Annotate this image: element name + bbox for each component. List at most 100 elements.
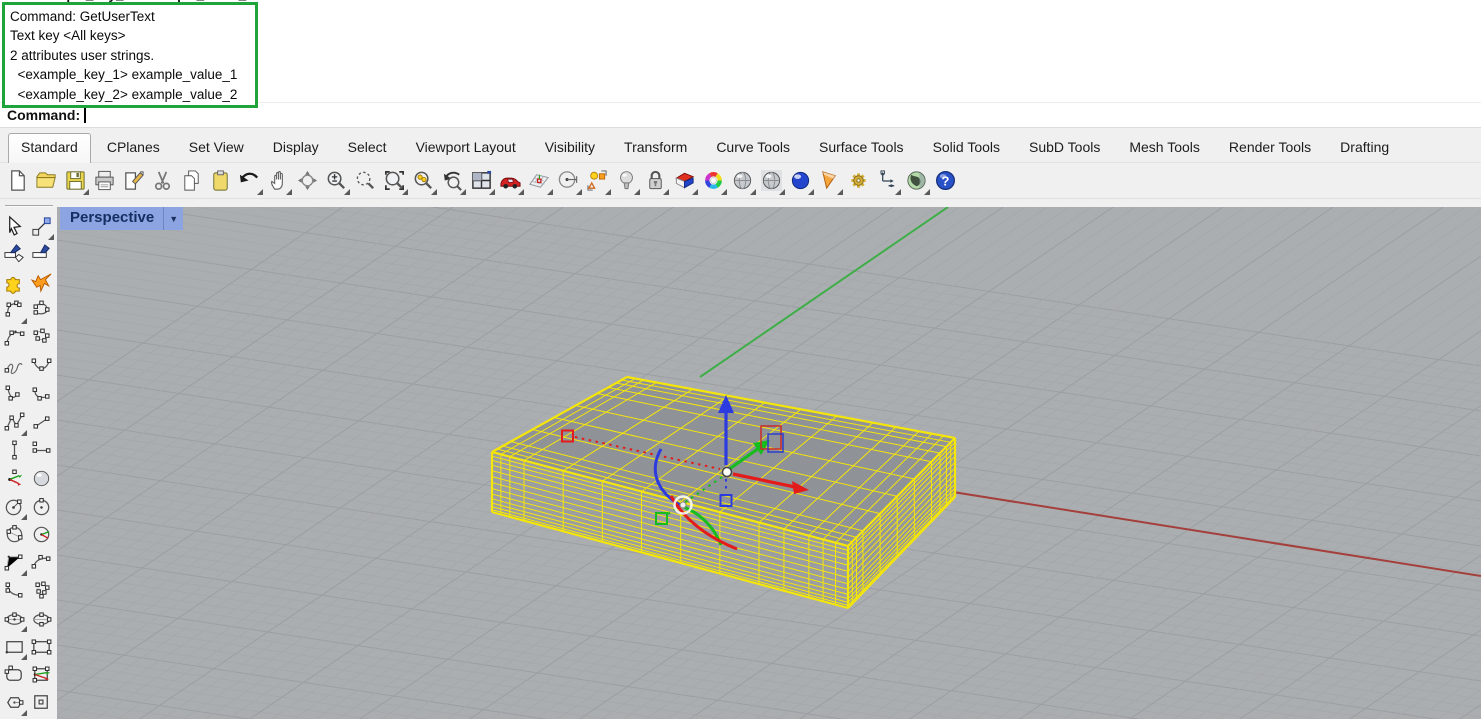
tab-cplanes[interactable]: CPlanes <box>94 133 173 162</box>
color-wedge-icon <box>673 169 696 192</box>
line-points-button[interactable] <box>29 441 55 465</box>
padlock-icon <box>644 169 667 192</box>
cplane-grid-button[interactable] <box>525 166 554 196</box>
zoom-window-button[interactable] <box>351 166 380 196</box>
tab-display[interactable]: Display <box>260 133 332 162</box>
curve-control-open-button[interactable] <box>2 301 28 325</box>
curve-v-icon <box>3 383 26 411</box>
rectangle-3pt-button[interactable] <box>29 637 55 661</box>
tab-set-view[interactable]: Set View <box>176 133 257 162</box>
curve-sketch-button[interactable] <box>2 357 28 381</box>
viewport-title-tab[interactable]: Perspective ▼ <box>60 207 183 230</box>
chevron-down-icon[interactable]: ▼ <box>163 207 183 230</box>
padlock-button[interactable] <box>641 166 670 196</box>
render-sphere-checker-button[interactable] <box>757 166 786 196</box>
pointer-cursor-button[interactable] <box>2 217 28 241</box>
polygon-center-icon <box>3 691 26 719</box>
curve-interpolate-button[interactable] <box>29 357 55 381</box>
hide-flag-swap-button[interactable] <box>2 245 28 269</box>
undo-arrow-button[interactable] <box>235 166 264 196</box>
viewport-perspective[interactable]: Perspective ▼ <box>57 207 1481 719</box>
curve-points-cluster-button[interactable] <box>29 329 55 353</box>
polygon-center-button[interactable] <box>2 693 28 717</box>
left-tool-sidebar <box>0 199 57 719</box>
burst-explode-button[interactable] <box>29 273 55 297</box>
hide-flag-swap-icon <box>3 243 26 271</box>
tab-viewport-layout[interactable]: Viewport Layout <box>403 133 529 162</box>
tab-curve-tools[interactable]: Curve Tools <box>703 133 803 162</box>
arc-tangent-button[interactable] <box>2 581 28 605</box>
sphere-small-button[interactable] <box>29 469 55 493</box>
paste-clipboard-button[interactable] <box>206 166 235 196</box>
save-disk-button[interactable] <box>61 166 90 196</box>
line-vertical-button[interactable] <box>2 441 28 465</box>
scissors-cut-button[interactable] <box>148 166 177 196</box>
history-line: Command: GetUserText <box>10 7 255 26</box>
printer-icon <box>93 169 116 192</box>
tab-select[interactable]: Select <box>335 133 400 162</box>
export-pen-button[interactable] <box>119 166 148 196</box>
copy-pages-button[interactable] <box>177 166 206 196</box>
zoom-selected-button[interactable] <box>409 166 438 196</box>
gumball-origin[interactable] <box>723 468 732 477</box>
globe-earth-button[interactable] <box>902 166 931 196</box>
tab-surface-tools[interactable]: Surface Tools <box>806 133 917 162</box>
tab-drafting[interactable]: Drafting <box>1327 133 1402 162</box>
gears-options-button[interactable] <box>844 166 873 196</box>
ellipse-diameter-button[interactable] <box>29 609 55 633</box>
curve-v-button[interactable] <box>2 385 28 409</box>
render-sphere-button[interactable] <box>728 166 757 196</box>
open-folder-button[interactable] <box>32 166 61 196</box>
line-segment-button[interactable] <box>29 413 55 437</box>
polyline-cplane-button[interactable] <box>2 469 28 493</box>
arc-3pt-button[interactable] <box>29 553 55 577</box>
rectangle-corner-button[interactable] <box>2 637 28 661</box>
help-question-button[interactable]: ? <box>931 166 960 196</box>
tab-solid-tools[interactable]: Solid Tools <box>920 133 1013 162</box>
lightbulb-button[interactable] <box>612 166 641 196</box>
curve-handle-button[interactable] <box>29 385 55 409</box>
circle-diameter-button[interactable] <box>29 497 55 521</box>
viewport-title[interactable]: Perspective <box>60 207 163 230</box>
rounded-rectangle-button[interactable] <box>2 665 28 689</box>
pan-hand-button[interactable] <box>264 166 293 196</box>
printer-button[interactable] <box>90 166 119 196</box>
new-file-button[interactable] <box>3 166 32 196</box>
ellipse-center-button[interactable] <box>2 609 28 633</box>
circle-center-radius-button[interactable] <box>2 497 28 521</box>
arc-center-button[interactable] <box>2 553 28 577</box>
tab-render-tools[interactable]: Render Tools <box>1216 133 1324 162</box>
tab-mesh-tools[interactable]: Mesh Tools <box>1116 133 1213 162</box>
tab-standard[interactable]: Standard <box>8 133 91 163</box>
tab-visibility[interactable]: Visibility <box>532 133 608 162</box>
move-handle-button[interactable] <box>29 217 55 241</box>
rotate-view-button[interactable] <box>293 166 322 196</box>
shaded-sphere-button[interactable] <box>786 166 815 196</box>
color-wheel-button[interactable] <box>699 166 728 196</box>
car-button[interactable] <box>496 166 525 196</box>
circle-3pt-button[interactable] <box>2 525 28 549</box>
standard-toolbar: ? <box>0 163 1481 199</box>
curve-through-points-button[interactable] <box>2 329 28 353</box>
polygon-square-button[interactable] <box>29 693 55 717</box>
viewport-layout-button[interactable] <box>467 166 496 196</box>
tab-subd-tools[interactable]: SubD Tools <box>1016 133 1113 162</box>
compass-view-button[interactable] <box>554 166 583 196</box>
undo-view-button[interactable] <box>438 166 467 196</box>
zoom-extents-button[interactable] <box>380 166 409 196</box>
zoom-dynamic-button[interactable] <box>322 166 351 196</box>
shape-filter-button[interactable] <box>583 166 612 196</box>
point-cloud-button[interactable] <box>29 581 55 605</box>
dimension-lines-button[interactable] <box>873 166 902 196</box>
circle-cplane-button[interactable] <box>29 525 55 549</box>
pointer-cursor-icon <box>3 215 26 243</box>
puzzle-explode-button[interactable] <box>2 273 28 297</box>
viewport-canvas[interactable] <box>57 207 1481 719</box>
hide-flag-button[interactable] <box>29 245 55 269</box>
color-wedge-button[interactable] <box>670 166 699 196</box>
cone-pointer-button[interactable] <box>815 166 844 196</box>
curve-control-closed-button[interactable] <box>29 301 55 325</box>
tab-transform[interactable]: Transform <box>611 133 700 162</box>
polyline-button[interactable] <box>2 413 28 437</box>
rectangle-cplane-button[interactable] <box>29 665 55 689</box>
